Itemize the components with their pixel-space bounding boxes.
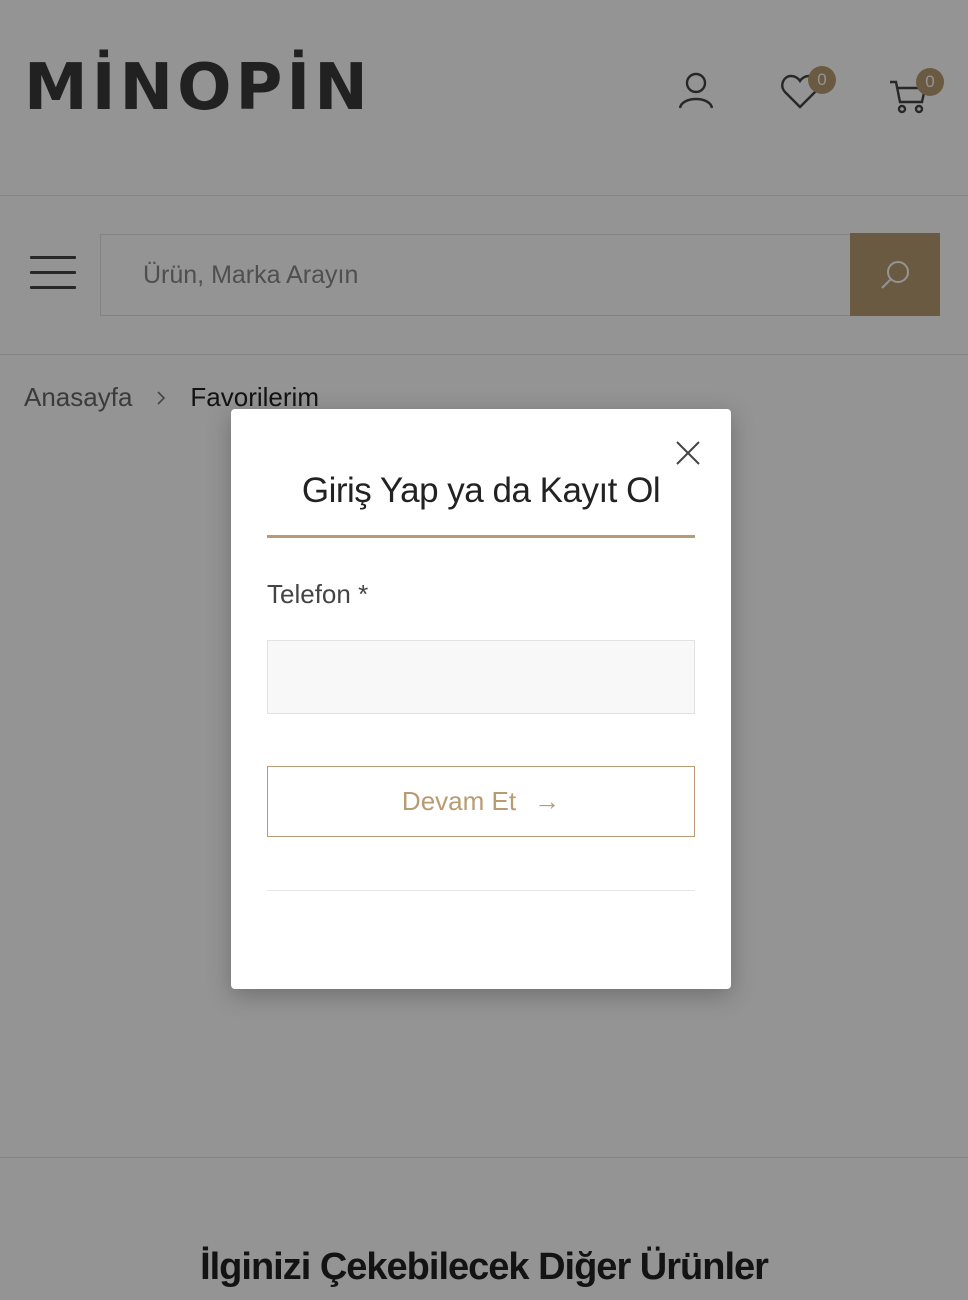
- arrow-right-icon: →: [534, 786, 561, 816]
- login-modal: Giriş Yap ya da Kayıt Ol Telefon * Devam…: [231, 409, 731, 989]
- close-icon: [676, 441, 700, 465]
- continue-button[interactable]: Devam Et →: [267, 766, 695, 837]
- title-underline: [267, 535, 695, 538]
- modal-title: Giriş Yap ya da Kayıt Ol: [301, 471, 661, 510]
- phone-label: Telefon *: [267, 579, 369, 609]
- continue-label: Devam Et: [401, 786, 517, 816]
- modal-divider: [267, 890, 695, 891]
- close-button[interactable]: [672, 437, 704, 469]
- phone-input[interactable]: [267, 640, 695, 714]
